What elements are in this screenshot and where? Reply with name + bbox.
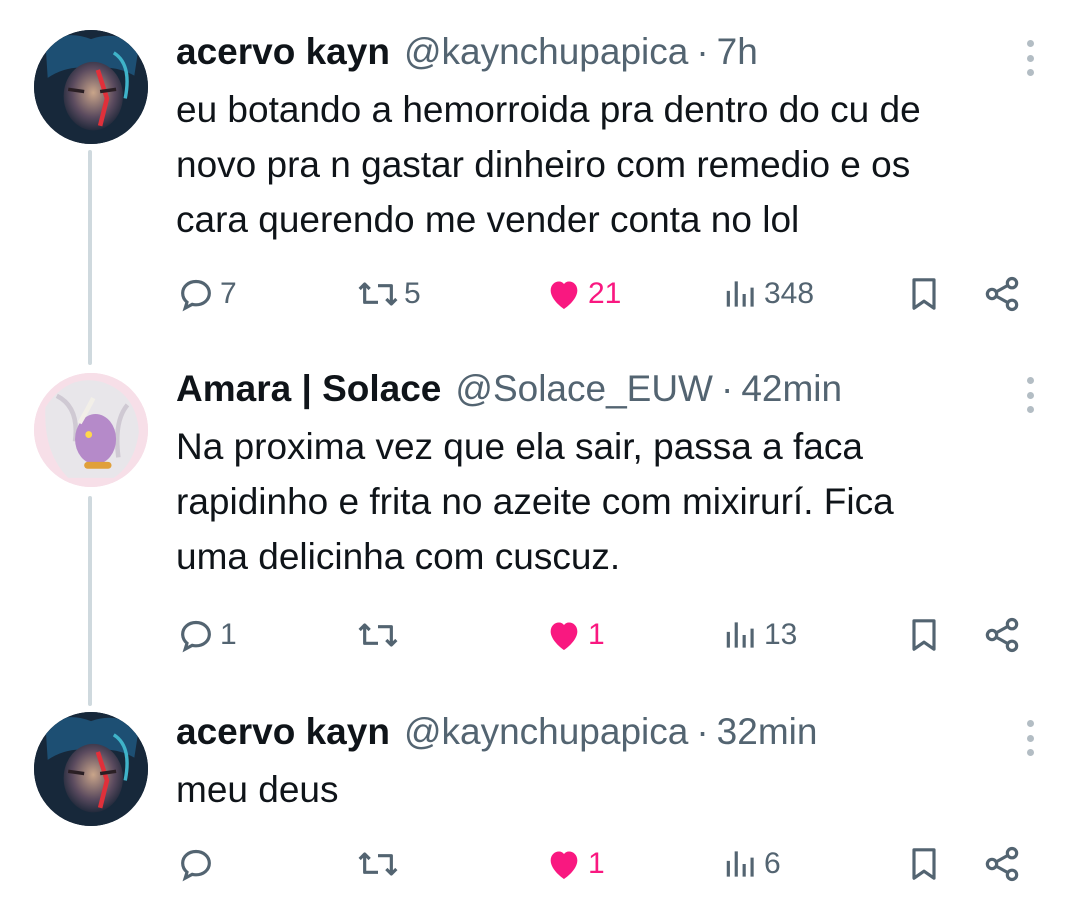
share-button[interactable] <box>982 272 1022 316</box>
timestamp[interactable]: 32min <box>717 710 818 754</box>
tweet-text: meu deus <box>176 769 339 810</box>
avatar-image-kayn <box>34 30 148 144</box>
timestamp[interactable]: 42min <box>741 367 842 411</box>
avatar-image-kayn <box>34 712 148 826</box>
reply-count: 7 <box>220 277 237 310</box>
display-name[interactable]: Amara | Solace <box>176 367 441 411</box>
share-icon <box>985 276 1019 312</box>
tweet[interactable]: acervo kayn @kaynchupapica · 7h eu botan… <box>0 30 1080 330</box>
more-options-icon[interactable] <box>1024 40 1036 76</box>
share-button[interactable] <box>982 842 1022 886</box>
like-count: 1 <box>588 618 605 651</box>
bookmark-button[interactable] <box>904 842 944 886</box>
reply-icon <box>181 620 211 653</box>
separator-dot: · <box>720 368 734 409</box>
views-icon <box>726 281 754 307</box>
user-handle[interactable]: @Solace_EUW <box>455 367 713 411</box>
share-button[interactable] <box>982 613 1022 657</box>
tweet[interactable]: Amara | Solace @Solace_EUW · 42min Na pr… <box>0 367 1080 667</box>
avatar[interactable] <box>34 30 148 144</box>
tweet-text: eu botando a hemorroida pra dentro do cu… <box>176 89 921 240</box>
tweet-header: Amara | Solace @Solace_EUW · 42min <box>176 367 1000 411</box>
bookmark-icon <box>912 278 936 310</box>
display-name[interactable]: acervo kayn <box>176 30 390 74</box>
retweet-icon <box>358 282 398 306</box>
reply-button[interactable]: 7 <box>176 272 237 316</box>
view-count: 348 <box>764 277 815 310</box>
tweet[interactable]: acervo kayn @kaynchupapica · 32min meu d… <box>0 710 1080 900</box>
retweet-count: 5 <box>404 277 421 310</box>
reply-count: 1 <box>220 618 237 651</box>
reply-icon <box>181 279 211 312</box>
bookmark-icon <box>912 619 936 651</box>
avatar[interactable] <box>34 712 148 826</box>
bookmark-button[interactable] <box>904 613 944 657</box>
share-icon <box>985 617 1019 653</box>
like-count: 21 <box>588 277 622 310</box>
bookmark-button[interactable] <box>904 272 944 316</box>
views-button[interactable]: 6 <box>722 842 781 886</box>
reply-button[interactable] <box>176 842 220 886</box>
view-count: 13 <box>764 618 798 651</box>
avatar-image-amara <box>34 373 148 487</box>
tweet-actions: 1 6 <box>176 842 1036 886</box>
retweet-button[interactable]: 5 <box>356 272 421 316</box>
heart-filled-icon <box>550 851 578 879</box>
tweet-actions: 7 5 21 348 <box>176 272 1036 316</box>
view-count: 6 <box>764 847 781 880</box>
retweet-button[interactable] <box>356 613 404 657</box>
heart-filled-icon <box>550 622 578 650</box>
views-button[interactable]: 348 <box>722 272 814 316</box>
retweet-button[interactable] <box>356 842 404 886</box>
like-button[interactable]: 1 <box>544 842 605 886</box>
like-button[interactable]: 1 <box>544 613 605 657</box>
share-icon <box>985 846 1019 882</box>
more-options-icon[interactable] <box>1024 720 1036 756</box>
views-icon <box>726 622 754 648</box>
views-button[interactable]: 13 <box>722 613 797 657</box>
tweet-header: acervo kayn @kaynchupapica · 7h <box>176 30 1000 74</box>
user-handle[interactable]: @kaynchupapica <box>404 710 688 754</box>
bookmark-icon <box>912 848 936 880</box>
tweet-header: acervo kayn @kaynchupapica · 32min <box>176 710 1000 754</box>
display-name[interactable]: acervo kayn <box>176 710 390 754</box>
separator-dot: · <box>696 711 709 752</box>
timestamp[interactable]: 7h <box>717 30 758 74</box>
reply-button[interactable]: 1 <box>176 613 237 657</box>
avatar[interactable] <box>34 373 148 487</box>
like-count: 1 <box>588 847 605 880</box>
tweet-text: Na proxima vez que ela sair, passa a fac… <box>176 426 894 577</box>
retweet-icon <box>358 623 398 647</box>
heart-filled-icon <box>550 281 578 309</box>
separator-dot: · <box>696 31 709 72</box>
views-icon <box>726 851 754 877</box>
more-options-icon[interactable] <box>1024 377 1036 413</box>
retweet-icon <box>358 852 398 876</box>
tweet-actions: 1 1 13 <box>176 613 1036 657</box>
user-handle[interactable]: @kaynchupapica <box>404 30 688 74</box>
reply-icon <box>181 849 211 882</box>
like-button[interactable]: 21 <box>544 272 621 316</box>
